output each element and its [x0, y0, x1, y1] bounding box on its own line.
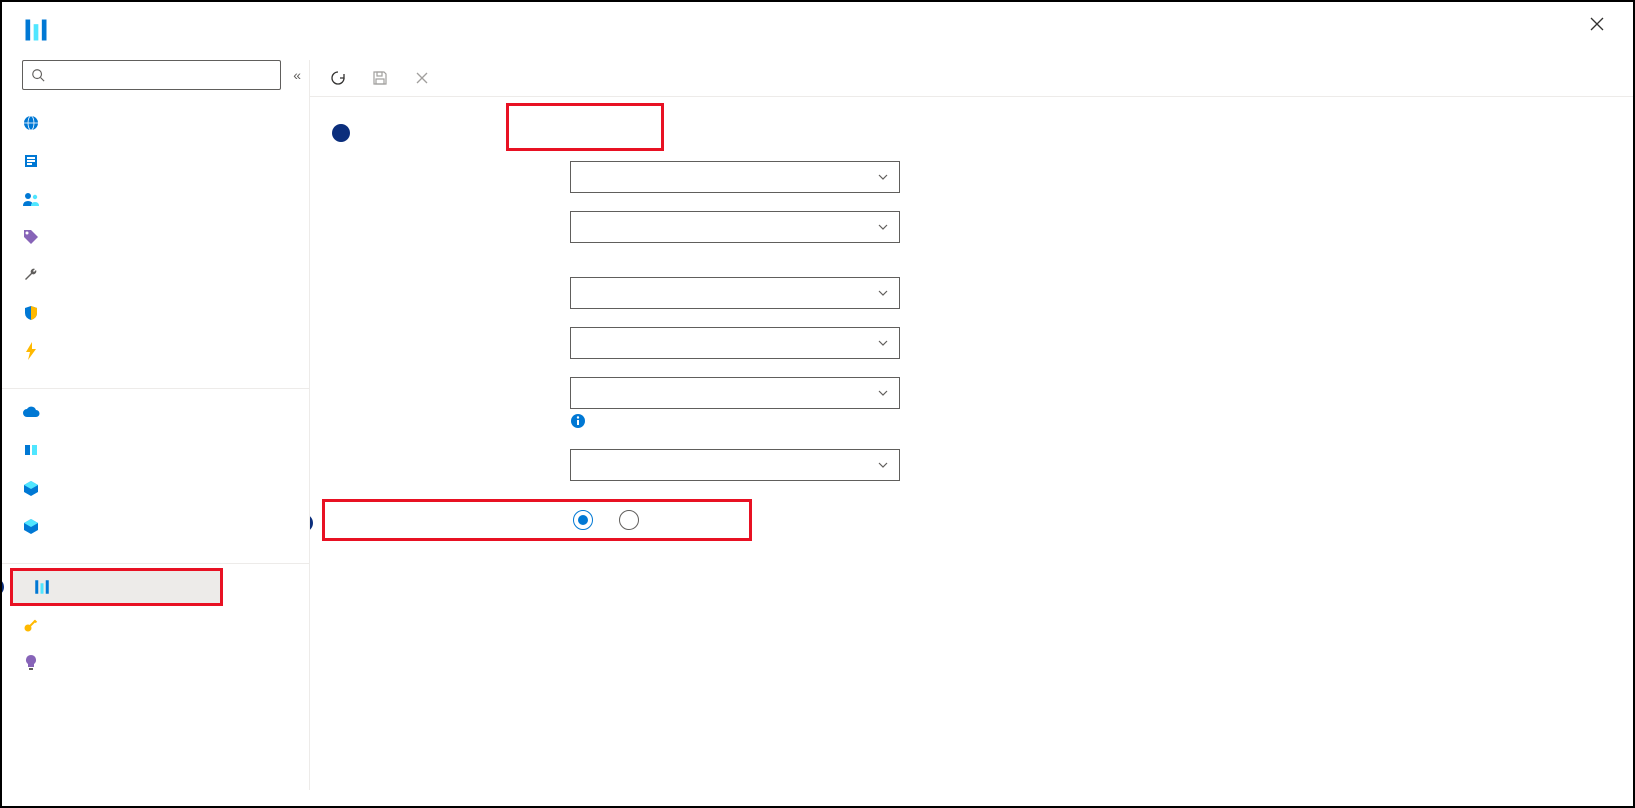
- toolbar: [310, 60, 1633, 97]
- callout-box-2: [506, 103, 664, 151]
- sidebar: «: [2, 60, 310, 790]
- log-icon: [22, 152, 40, 170]
- chevron-down-icon: [877, 387, 889, 399]
- chevron-down-icon: [877, 221, 889, 233]
- sidebar-item-configuration[interactable]: [10, 568, 223, 606]
- wrench-icon: [22, 266, 40, 284]
- globe-icon: [22, 114, 40, 132]
- sidebar-item-deployment-center[interactable]: [2, 469, 309, 507]
- sidebar-item-diagnose[interactable]: [2, 256, 309, 294]
- save-icon: [372, 70, 388, 86]
- row-platform: [330, 277, 1613, 309]
- sidebar-item-access-control[interactable]: [2, 180, 309, 218]
- app-icon: [22, 16, 50, 44]
- box-icon: [22, 479, 40, 497]
- close-button[interactable]: [1581, 12, 1613, 36]
- select-http-version[interactable]: [570, 449, 900, 481]
- iam-icon: [22, 190, 40, 208]
- select-framework[interactable]: [570, 211, 900, 243]
- websockets-radio-group: [573, 510, 647, 530]
- sidebar-item-activity-log[interactable]: [2, 142, 309, 180]
- radio-websockets-on[interactable]: [573, 510, 601, 530]
- search-icon: [31, 68, 45, 82]
- slots-icon: [22, 441, 40, 459]
- sidebar-item-security[interactable]: [2, 294, 309, 332]
- chevron-down-icon: [877, 287, 889, 299]
- key-icon: [22, 616, 40, 634]
- sidebar-item-deployment-slots[interactable]: [2, 431, 309, 469]
- save-button[interactable]: [372, 70, 396, 86]
- select-stack[interactable]: [570, 161, 900, 193]
- sidebar-item-deployment-center-preview[interactable]: [2, 507, 309, 545]
- main-content: [310, 60, 1633, 790]
- row-ftp: [330, 377, 1613, 409]
- radio-websockets-off[interactable]: [619, 510, 647, 530]
- bulb-icon: [22, 654, 40, 672]
- discard-button[interactable]: [414, 70, 438, 86]
- chevron-down-icon: [877, 171, 889, 183]
- sidebar-item-events[interactable]: [2, 332, 309, 370]
- sidebar-item-app-insights[interactable]: [2, 644, 309, 682]
- sidebar-item-tags[interactable]: [2, 218, 309, 256]
- discard-icon: [414, 70, 430, 86]
- cloud-icon: [22, 403, 40, 421]
- sidebar-group-deployment: [2, 370, 309, 389]
- callout-badge-1: [2, 578, 4, 596]
- info-icon: [570, 413, 586, 429]
- select-pipeline[interactable]: [570, 327, 900, 359]
- ftp-info-note: [570, 413, 1613, 429]
- row-http-version: [330, 449, 1613, 481]
- row-pipeline: [330, 327, 1613, 359]
- sidebar-item-auth[interactable]: [2, 606, 309, 644]
- row-framework: [330, 211, 1613, 243]
- page-header: [2, 2, 1633, 60]
- sidebar-item-overview[interactable]: [2, 104, 309, 142]
- sidebar-group-settings: [2, 545, 309, 564]
- callout-badge-2: [332, 124, 350, 142]
- chevron-down-icon: [877, 337, 889, 349]
- callout-badge-3: [310, 514, 313, 532]
- sidebar-search[interactable]: [22, 60, 281, 90]
- bars-icon: [33, 578, 51, 596]
- sidebar-nav[interactable]: [2, 98, 309, 790]
- search-input[interactable]: [51, 68, 272, 83]
- tag-icon: [22, 228, 40, 246]
- chevron-down-icon: [877, 459, 889, 471]
- refresh-icon: [330, 70, 346, 86]
- sidebar-item-quickstart[interactable]: [2, 393, 309, 431]
- row-web-sockets: [322, 499, 752, 541]
- select-ftp-state[interactable]: [570, 377, 900, 409]
- tabs: [310, 97, 1633, 137]
- refresh-button[interactable]: [330, 70, 354, 86]
- shield-icon: [22, 304, 40, 322]
- bolt-icon: [22, 342, 40, 360]
- row-stack: [330, 161, 1613, 193]
- collapse-sidebar-button[interactable]: «: [293, 67, 301, 83]
- box-icon: [22, 517, 40, 535]
- select-platform[interactable]: [570, 277, 900, 309]
